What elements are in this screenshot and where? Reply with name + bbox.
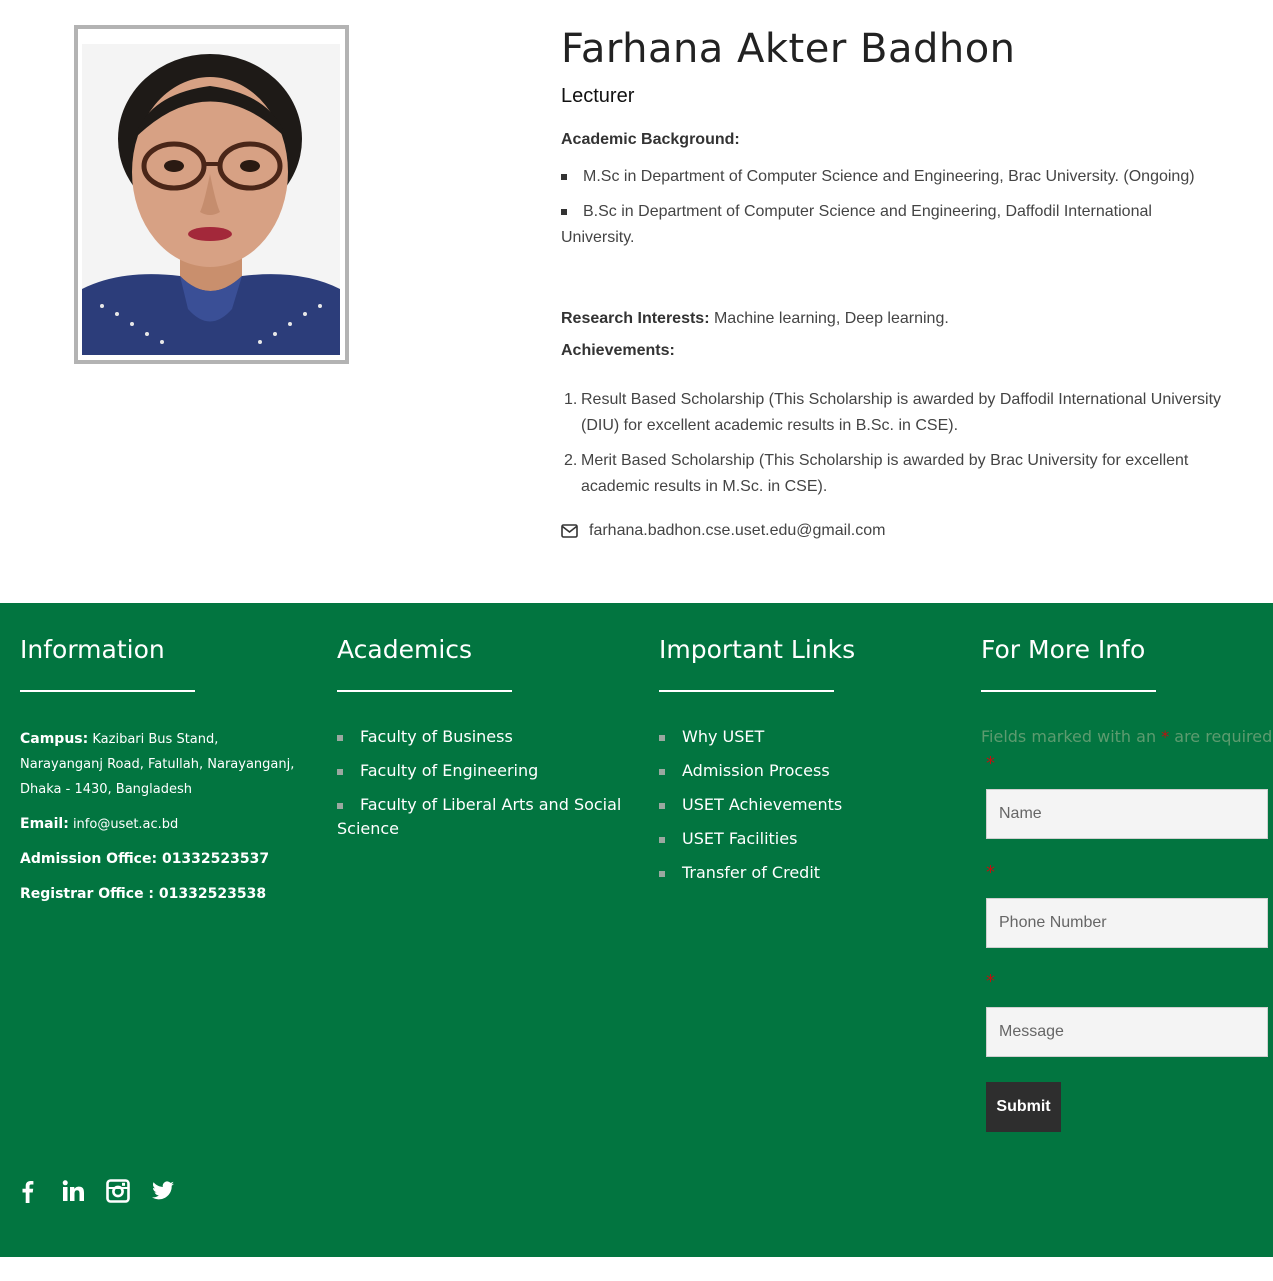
footer-academics-title: Academics [337, 635, 473, 664]
important-link[interactable]: USET Achievements [659, 793, 842, 817]
name-input[interactable] [986, 789, 1268, 839]
achievement-number: 1. [564, 391, 578, 408]
contact-info: Campus: Kazibari Bus Stand, Narayanganj … [20, 727, 300, 917]
email-value[interactable]: info@uset.ac.bd [73, 817, 178, 832]
important-link[interactable]: Admission Process [659, 759, 842, 783]
achievement-text: Result Based Scholarship (This Scholarsh… [581, 391, 1222, 434]
registrar-office-phone: Registrar Office : 01332523538 [20, 886, 267, 902]
email-label: Email: [20, 816, 69, 832]
academic-list: B.Sc in Department of Computer Science a… [561, 199, 1221, 251]
title-underline [20, 690, 195, 692]
profile-name: Farhana Akter Badhon [561, 26, 1016, 72]
academics-link[interactable]: Faculty of Liberal Arts and Social Scien… [337, 793, 627, 841]
linkedin-icon[interactable] [61, 1179, 85, 1203]
achievement-item: 2. Merit Based Scholarship (This Scholar… [564, 448, 1221, 500]
required-marker: * [986, 862, 995, 883]
title-underline [337, 690, 512, 692]
campus-address: Campus: Kazibari Bus Stand, Narayanganj … [20, 727, 300, 802]
achievement-number: 2. [564, 452, 578, 469]
academics-link[interactable]: Faculty of Business [337, 725, 627, 749]
instagram-icon[interactable] [106, 1179, 130, 1203]
profile-designation: Lecturer [561, 85, 635, 107]
achievements-list: 2. Merit Based Scholarship (This Scholar… [564, 448, 1221, 500]
research-interests-label: Research Interests: [561, 310, 710, 327]
twitter-icon[interactable] [151, 1179, 175, 1203]
required-note-text: are required [1174, 727, 1273, 746]
academic-item: B.Sc in Department of Computer Science a… [561, 199, 1221, 251]
academics-links: Faculty of Business Faculty of Engineeri… [337, 725, 627, 851]
academic-list: M.Sc in Department of Computer Science a… [561, 164, 1221, 190]
footer-important-links-title: Important Links [659, 635, 856, 664]
title-underline [981, 690, 1156, 692]
academic-item: M.Sc in Department of Computer Science a… [561, 164, 1221, 190]
admission-office-phone: Admission Office: 01332523537 [20, 851, 270, 867]
envelope-icon [561, 524, 578, 538]
required-fields-note: Fields marked with an * are required [981, 727, 1272, 747]
submit-button[interactable]: Submit [986, 1082, 1061, 1132]
academic-background-label: Academic Background: [561, 131, 740, 148]
profile-details: Farhana Akter Badhon Lecturer Academic B… [561, 24, 1221, 539]
achievement-item: 1. Result Based Scholarship (This Schola… [564, 387, 1222, 439]
required-marker: * [986, 753, 995, 774]
profile-email-link[interactable]: farhana.badhon.cse.uset.edu@gmail.com [589, 518, 885, 544]
footer-information-title: Information [20, 635, 165, 664]
research-interests: Research Interests: Machine learning, De… [561, 306, 949, 332]
important-link[interactable]: Why USET [659, 725, 842, 749]
message-input[interactable] [986, 1007, 1268, 1057]
title-underline [659, 690, 834, 692]
campus-label: Campus: [20, 731, 89, 747]
required-marker: * [986, 971, 995, 992]
facebook-icon[interactable] [16, 1179, 40, 1203]
profile-photo-frame [74, 25, 349, 364]
achievements-list: 1. Result Based Scholarship (This Schola… [564, 387, 1222, 439]
phone-input[interactable] [986, 898, 1268, 948]
important-links: Why USET Admission Process USET Achievem… [659, 725, 842, 895]
important-link[interactable]: USET Facilities [659, 827, 842, 851]
required-star: * [1161, 727, 1170, 746]
academics-link[interactable]: Faculty of Engineering [337, 759, 627, 783]
profile-photo [82, 44, 340, 355]
site-footer: Information Campus: Kazibari Bus Stand, … [0, 603, 1273, 1257]
important-link[interactable]: Transfer of Credit [659, 861, 842, 885]
footer-more-info-title: For More Info [981, 635, 1146, 664]
contact-email: Email: info@uset.ac.bd [20, 812, 300, 837]
social-links [16, 1179, 196, 1203]
profile-email-row[interactable]: farhana.badhon.cse.uset.edu@gmail.com [561, 518, 885, 544]
research-interests-value: Machine learning, Deep learning. [713, 310, 949, 327]
achievements-label: Achievements: [561, 342, 675, 359]
achievement-text: Merit Based Scholarship (This Scholarshi… [581, 452, 1189, 495]
required-note-text: Fields marked with an [981, 727, 1157, 746]
